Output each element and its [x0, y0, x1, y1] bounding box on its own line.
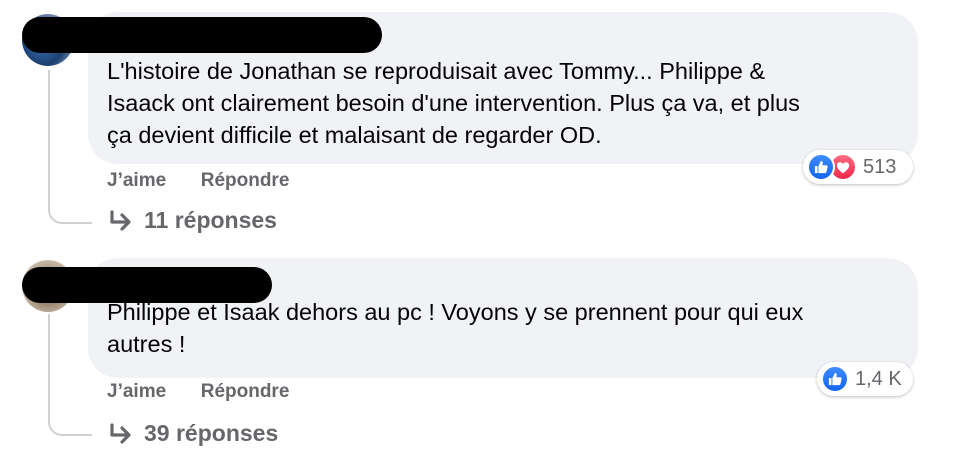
- view-replies-button[interactable]: 11 réponses: [108, 207, 277, 234]
- comment: L'histoire de Jonathan se reproduisait a…: [0, 0, 980, 250]
- like-button[interactable]: J’aime: [107, 381, 166, 402]
- replies-count: 39 réponses: [144, 420, 279, 446]
- like-icon: [821, 365, 849, 393]
- reply-arrow-icon: [110, 422, 131, 444]
- thread-connector: [48, 70, 92, 224]
- reply-arrow-icon: [110, 209, 131, 231]
- view-replies-button[interactable]: 39 réponses: [108, 420, 278, 447]
- comment-actions: J’aime Répondre: [107, 381, 289, 403]
- reply-button[interactable]: Répondre: [201, 170, 290, 191]
- reaction-summary[interactable]: 1,4 K: [817, 362, 913, 396]
- like-button[interactable]: J’aime: [107, 170, 166, 191]
- reaction-count: 1,4 K: [855, 367, 902, 390]
- redacted-author-name: [22, 17, 382, 53]
- like-icon: [807, 153, 835, 181]
- thread-connector: [48, 314, 92, 436]
- replies-count: 11 réponses: [144, 207, 277, 233]
- reaction-summary[interactable]: 513: [803, 150, 913, 184]
- comment: Philippe et Isaak dehors au pc ! Voyons …: [0, 250, 980, 461]
- reply-button[interactable]: Répondre: [201, 381, 290, 402]
- comment-actions: J’aime Répondre: [107, 170, 289, 192]
- reaction-count: 513: [863, 155, 897, 178]
- comment-text: L'histoire de Jonathan se reproduisait a…: [107, 58, 800, 148]
- comment-text: Philippe et Isaak dehors au pc ! Voyons …: [107, 299, 804, 357]
